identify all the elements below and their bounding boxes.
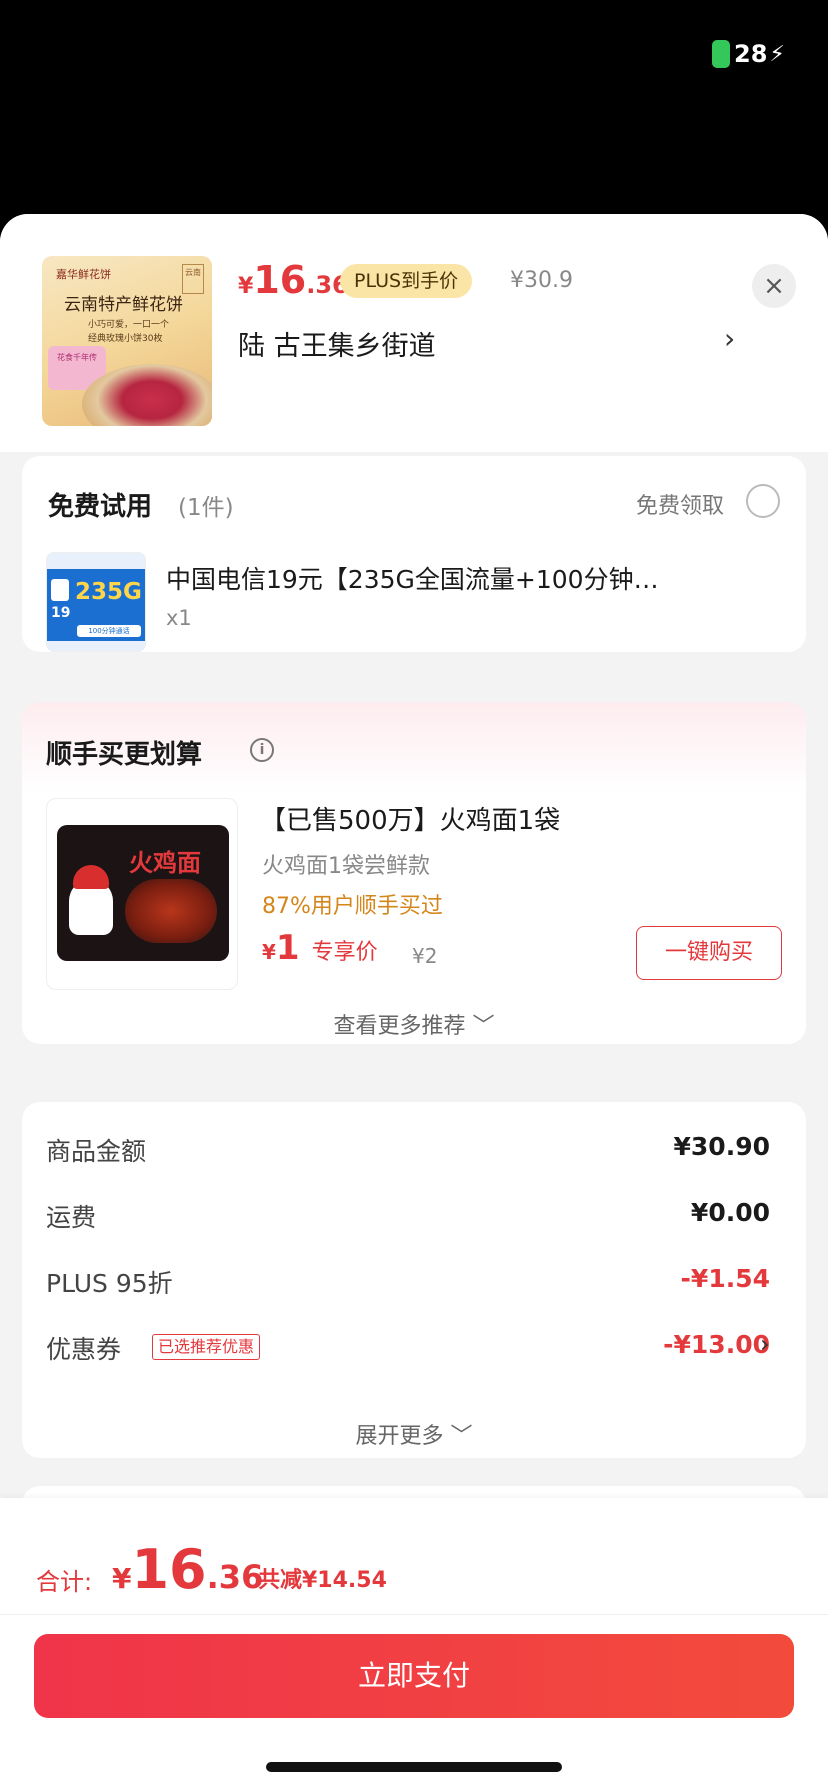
total-saved: 共减¥14.54 [258,1568,387,1593]
thumb-seal: 云南 [182,264,204,294]
reco-original-price: ¥2 [412,944,438,968]
product-thumbnail[interactable]: 嘉华鲜花饼 云南 云南特产鲜花饼 小巧可爱，一口一个 经典玫瑰小饼30枚 花食千… [42,256,212,426]
chevron-right-icon[interactable]: › [724,322,735,355]
battery-indicator: 28 ⚡ [712,40,785,68]
amount-row-shipping: 运费 ¥0.00 [46,1198,770,1238]
amount-value: ¥30.90 [673,1132,770,1161]
trial-item-qty: x1 [166,606,192,630]
plus-price-badge: PLUS到手价 [340,264,473,298]
noodle-thumbnail[interactable]: 火鸡面 [46,798,238,990]
amount-value: -¥13.00 [663,1330,770,1359]
price-integer: 16 [253,258,307,302]
amount-summary-card: 商品金额 ¥30.90 运费 ¥0.00 PLUS 95折 -¥1.54 优惠券… [22,1102,806,1458]
thumb-sub-line-1: 小巧可爱，一口一个 [88,320,170,330]
noodles-image [125,879,217,943]
original-price: ¥30.9 [510,268,573,293]
sim-data-label: 235G [75,579,142,605]
info-icon[interactable]: i [250,738,274,762]
trial-item-name[interactable]: 中国电信19元【235G全国流量+100分钟… [166,560,766,596]
more-recommendations-link[interactable]: 查看更多推荐 ﹀ [22,1008,806,1040]
product-header: 嘉华鲜花饼 云南 云南特产鲜花饼 小巧可爱，一口一个 经典玫瑰小饼30枚 花食千… [0,214,828,452]
trial-title: 免费试用 [48,492,153,522]
total-label: 合计: [36,1568,93,1596]
sim-price-label: 19 [51,605,71,621]
sim-chip-icon [51,579,69,601]
total-decimal: .36 [206,1558,264,1596]
thumb-subtitle: 小巧可爱，一口一个 经典玫瑰小饼30枚 [88,318,169,346]
coupon-badge: 已选推荐优惠 [152,1334,261,1360]
reco-price: ¥ 1 专享价 [262,928,378,968]
reco-social-proof: 87%用户顺手买过 [262,894,443,919]
reco-item-name[interactable]: 【已售500万】火鸡面1袋 [260,800,560,837]
trial-count: (1件) [178,495,234,521]
claim-label[interactable]: 免费领取 [636,488,724,520]
amount-row-coupon[interactable]: 优惠券 已选推荐优惠 -¥13.00 [46,1330,770,1370]
one-click-buy-button[interactable]: 一键购买 [636,926,782,980]
amount-row-subtotal: 商品金额 ¥30.90 [46,1132,770,1172]
pay-now-button[interactable]: 立即支付 [34,1634,794,1718]
product-price: ¥ 16 .36 [238,258,349,302]
noodle-pack-title: 火鸡面 [129,849,201,877]
sim-call-label: 100分钟通话 [77,625,141,637]
thumb-sub-line-2: 经典玫瑰小饼30枚 [88,334,163,344]
recommendation-card: 顺手买更划算 i 火鸡面 【已售500万】火鸡面1袋 火鸡面1袋尝鲜款 87%用… [22,702,806,1044]
free-trial-card: 免费试用 (1件) 免费领取 235G 19 100分钟通话 中国电信19元【2… [22,456,806,652]
home-indicator[interactable] [266,1762,562,1772]
close-button[interactable]: × [752,264,796,308]
price-symbol: ¥ [238,274,254,299]
claim-radio[interactable] [746,484,780,518]
amount-value: -¥1.54 [680,1264,770,1293]
chevron-right-icon[interactable]: › [760,1330,770,1358]
battery-percent: 28 [734,40,768,68]
sim-card-thumbnail[interactable]: 235G 19 100分钟通话 [46,552,146,652]
thumb-brand: 嘉华鲜花饼 [56,268,111,281]
battery-icon [712,40,730,68]
footer-divider [0,1614,828,1615]
checkout-sheet: 嘉华鲜花饼 云南 云南特产鲜花饼 小巧可爱，一口一个 经典玫瑰小饼30枚 花食千… [0,214,828,1792]
reco-item-variant: 火鸡面1袋尝鲜款 [262,854,430,879]
amount-label: 运费 [46,1203,97,1232]
thumb-title: 云南特产鲜花饼 [64,295,183,315]
reco-price-label: 专享价 [311,940,378,965]
expand-more-link[interactable]: 展开更多 ﹀ [22,1418,806,1450]
total-symbol: ¥ [112,1562,132,1595]
reco-price-value: 1 [275,928,300,968]
amount-value: ¥0.00 [690,1198,770,1227]
address-text[interactable]: 陆 古王集乡街道 [238,324,436,363]
status-bar: 28 ⚡ [0,0,828,110]
amount-label: 优惠券 [46,1335,122,1364]
charging-icon: ⚡ [769,41,785,67]
amount-label: 商品金额 [46,1137,147,1166]
amount-row-plus-discount: PLUS 95折 -¥1.54 [46,1264,770,1304]
checkout-footer: 合计: ¥ 16 .36 共减¥14.54 立即支付 [0,1498,828,1792]
total-integer: 16 [131,1538,207,1601]
close-icon: × [763,271,785,301]
reco-title: 顺手买更划算 [46,740,203,770]
amount-label: PLUS 95折 [46,1269,173,1298]
total-price: ¥ 16 .36 [112,1538,263,1601]
reco-price-symbol: ¥ [262,940,276,964]
